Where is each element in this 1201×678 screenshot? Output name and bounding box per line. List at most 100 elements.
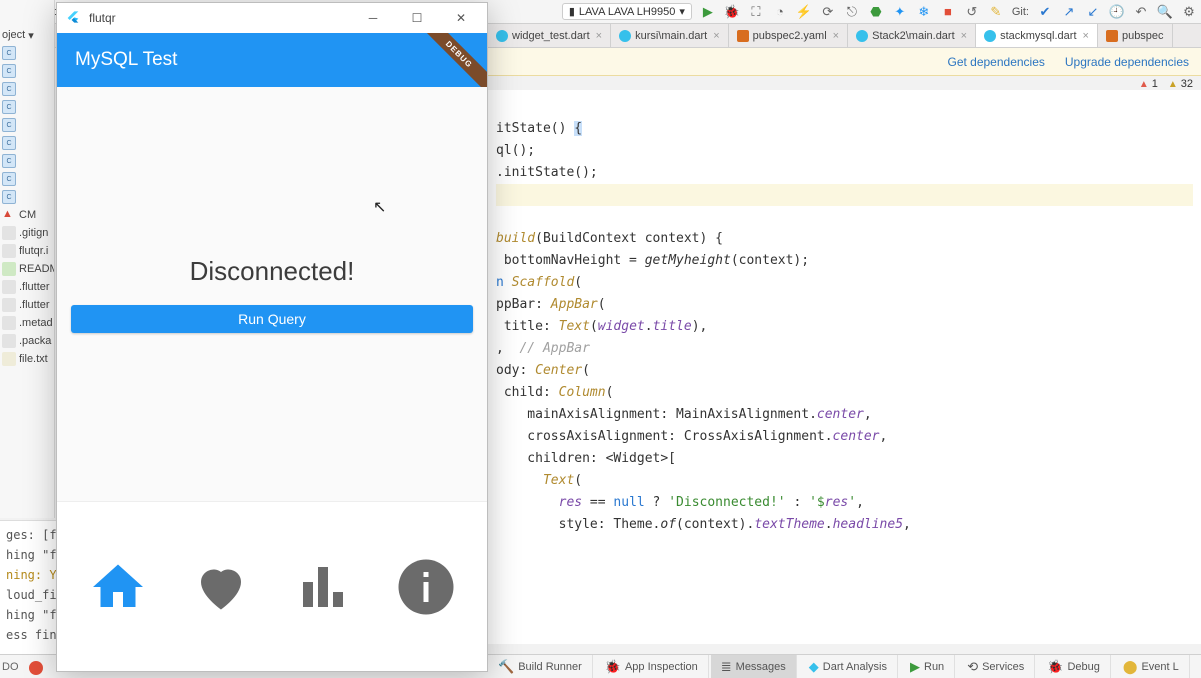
cpp-icon: C — [2, 136, 16, 150]
project-label[interactable]: oject ▾ — [0, 26, 54, 44]
cpp-icon: C — [2, 46, 16, 60]
flutter-app-window: flutqr ─ ☐ ✕ MySQL Test DEBUG ↖ Disconne… — [56, 2, 488, 672]
get-dependencies-link[interactable]: Get dependencies — [947, 55, 1044, 69]
dart-icon — [856, 30, 868, 42]
close-icon[interactable]: × — [833, 30, 839, 42]
nav-favorite[interactable] — [186, 552, 256, 622]
debug-icon[interactable]: 🐞 — [724, 4, 740, 20]
bar-chart-icon — [293, 557, 353, 617]
nav-stats[interactable] — [288, 552, 358, 622]
text-file-icon — [2, 352, 16, 366]
file-icon — [2, 298, 16, 312]
tab-label: kursi\main.dart — [635, 30, 707, 42]
yaml-icon — [1106, 30, 1118, 42]
todo-label[interactable]: DO — [2, 661, 19, 675]
settings-icon[interactable]: ⚙ — [1181, 4, 1197, 20]
coverage-icon[interactable]: ⛶ — [748, 4, 764, 20]
nav-home[interactable] — [83, 552, 153, 622]
devtools-icon[interactable]: ⬣ — [868, 4, 884, 20]
tab-label: stackmysql.dart — [1000, 30, 1076, 42]
tool-label: Event L — [1141, 661, 1178, 673]
tab-label: pubspec2.yaml — [753, 30, 827, 42]
connection-status-text: Disconnected! — [190, 256, 355, 287]
tool-event-log[interactable]: ⬤Event L — [1113, 655, 1190, 678]
git-history-icon[interactable]: 🕘 — [1109, 4, 1125, 20]
bottom-nav — [57, 501, 487, 671]
git-push-icon[interactable]: ↗ — [1061, 4, 1077, 20]
search-icon[interactable]: 🔍 — [1157, 4, 1173, 20]
tool-dart-analysis[interactable]: ◆Dart Analysis — [799, 655, 898, 678]
tool-run[interactable]: ▶ Run — [900, 655, 955, 678]
run-query-button[interactable]: Run Query — [71, 305, 473, 333]
window-title: flutqr — [89, 11, 116, 25]
error-indicator-icon[interactable] — [29, 661, 43, 675]
sync-icon[interactable]: ↺ — [964, 4, 980, 20]
window-titlebar[interactable]: flutqr ─ ☐ ✕ — [57, 3, 487, 33]
tool-build-runner[interactable]: 🔨Build Runner — [488, 655, 593, 678]
error-count: 1 — [1139, 78, 1158, 90]
git-commit-icon[interactable]: ✔ — [1037, 4, 1053, 20]
tool-app-inspection[interactable]: 🐞 App Inspection — [595, 655, 709, 678]
close-icon[interactable]: × — [713, 30, 719, 42]
flutter-inspector-icon[interactable]: ❄ — [916, 4, 932, 20]
device-phone-icon: ▮ — [569, 5, 575, 18]
file-icon — [2, 334, 16, 348]
hot-reload-icon[interactable]: ⚡ — [796, 4, 812, 20]
attach-icon[interactable]: ⎋ — [844, 4, 860, 20]
tool-label: Run — [924, 661, 944, 673]
stop-icon[interactable]: ■ — [940, 4, 956, 20]
flutter-outline-icon[interactable]: ✦ — [892, 4, 908, 20]
tool-label: App Inspection — [625, 661, 698, 673]
nav-info[interactable] — [391, 552, 461, 622]
upgrade-dependencies-link[interactable]: Upgrade dependencies — [1065, 55, 1189, 69]
file-icon — [2, 244, 16, 258]
tab-pubspec2[interactable]: pubspec2.yaml × — [729, 24, 848, 47]
run-icon[interactable]: ▶ — [700, 4, 716, 20]
dart-icon — [619, 30, 631, 42]
tab-pubspec[interactable]: pubspec — [1098, 24, 1173, 47]
file-icon — [2, 280, 16, 294]
cpp-icon: C — [2, 100, 16, 114]
tab-kursi-main[interactable]: kursi\main.dart × — [611, 24, 729, 47]
hot-restart-icon[interactable]: ⟳ — [820, 4, 836, 20]
window-close-button[interactable]: ✕ — [439, 3, 483, 33]
dart-icon — [984, 30, 996, 42]
cpp-icon: C — [2, 118, 16, 132]
code-editor[interactable]: itState() { ql(); .initState(); build(Bu… — [488, 90, 1201, 644]
problems-summary[interactable]: 1 32 — [1139, 78, 1193, 90]
home-icon — [88, 557, 148, 617]
inspect-icon: 🐞 — [605, 659, 621, 675]
git-revert-icon[interactable]: ↶ — [1133, 4, 1149, 20]
tool-messages[interactable]: ≣Messages — [711, 655, 797, 678]
info-icon — [396, 557, 456, 617]
close-icon[interactable]: × — [596, 30, 602, 42]
tool-label: Debug — [1067, 661, 1099, 673]
cpp-icon: C — [2, 64, 16, 78]
yaml-icon — [737, 30, 749, 42]
project-tree-fragment[interactable]: oject ▾ C C C C C C C C C CM .gitign flu… — [0, 0, 55, 518]
cursor-arrow-icon: ↖ — [373, 197, 386, 217]
app-bar: MySQL Test DEBUG — [57, 33, 487, 87]
code-cleanup-icon[interactable]: ✎ — [988, 4, 1004, 20]
cmake-icon — [2, 208, 16, 222]
window-maximize-button[interactable]: ☐ — [395, 3, 439, 33]
profile-icon[interactable]: ◔ — [772, 4, 788, 20]
run-icon: ▶ — [910, 659, 920, 675]
git-pull-icon[interactable]: ↙ — [1085, 4, 1101, 20]
tool-services[interactable]: ⟲Services — [957, 655, 1035, 678]
window-minimize-button[interactable]: ─ — [351, 3, 395, 33]
dart-icon: ◆ — [809, 659, 819, 675]
tab-stack2-main[interactable]: Stack2\main.dart× — [848, 24, 976, 47]
cpp-icon: C — [2, 154, 16, 168]
tool-label: Build Runner — [518, 661, 582, 673]
dart-icon — [496, 30, 508, 42]
tab-stackmysql[interactable]: stackmysql.dart × — [976, 24, 1098, 47]
tool-debug[interactable]: 🐞Debug — [1037, 655, 1111, 678]
device-selector[interactable]: ▮ LAVA LAVA LH9950 ▾ — [562, 3, 692, 20]
close-icon[interactable]: × — [961, 30, 967, 42]
messages-icon: ≣ — [721, 659, 732, 675]
close-icon[interactable]: × — [1083, 30, 1089, 42]
tool-label: Services — [982, 661, 1024, 673]
tab-widget-test[interactable]: widget_test.dart× — [488, 24, 611, 47]
git-label: Git: — [1012, 6, 1029, 18]
